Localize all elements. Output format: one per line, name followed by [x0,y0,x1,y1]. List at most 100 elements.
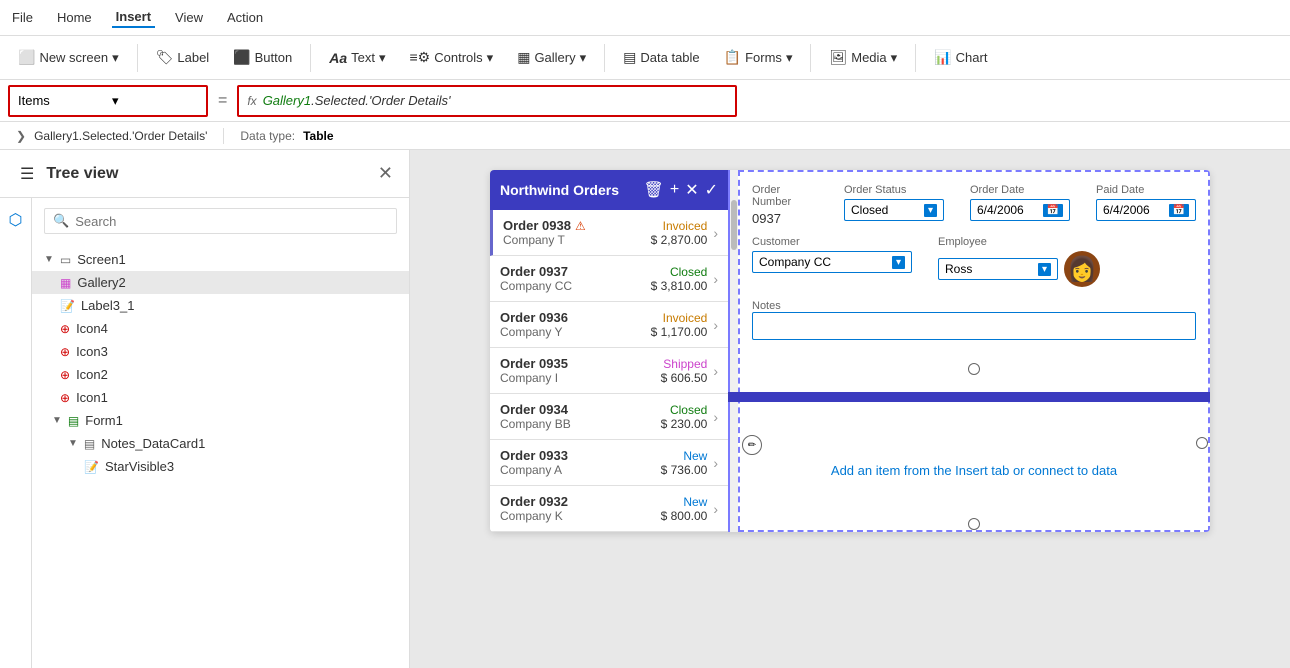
controls-icon: ≡⚙ [410,49,431,66]
new-screen-button[interactable]: ⬜ New screen ▾ [8,45,129,70]
suggestion-bar: ❯ Gallery1.Selected.'Order Details' Data… [0,122,1290,150]
employee-row: Ross ▾ 👩 [938,251,1100,287]
tree-item-screen1[interactable]: ▼ ▭ Screen1 [32,248,409,271]
order-date-cal-icon: 📅 [1043,204,1063,217]
icon1-label: Icon1 [76,390,108,405]
gallery-item-0937[interactable]: Order 0937 Company CC Closed $ 3,810.00 … [490,256,728,302]
add-button[interactable]: + [670,180,679,200]
tree-item-icon2[interactable]: ⊕ Icon2 [32,363,409,386]
menu-view[interactable]: View [171,8,207,27]
property-select[interactable]: Items ▾ [8,85,208,117]
gallery-item-0934[interactable]: Order 0934 Company BB Closed $ 230.00 › [490,394,728,440]
icon3-label: Icon3 [76,344,108,359]
gallery-item-0935[interactable]: Order 0935 Company I Shipped $ 606.50 › [490,348,728,394]
order-0938-amount: $ 2,870.00 [651,233,708,247]
content-area: Northwind Orders 🗑 + ✕ ✓ Ord [410,150,1290,668]
gallery-title: Northwind Orders [500,182,619,198]
order-0934-company: Company BB [500,417,637,431]
order-status-input[interactable]: Closed ▾ [844,199,944,221]
menu-home[interactable]: Home [53,8,96,27]
delete-button[interactable]: 🗑 [644,180,664,200]
notes-input[interactable] [752,312,1196,340]
tree-item-icon4[interactable]: ⊕ Icon4 [32,317,409,340]
media-icon: 🖼 [829,49,847,66]
gallery-item-0935-info: Order 0935 Company I [500,356,637,385]
order-0932-name: Order 0932 [500,494,568,509]
employee-value: Ross [945,262,972,276]
order-number-value: 0937 [752,211,818,226]
gallery-item-0936[interactable]: Order 0936 Company Y Invoiced $ 1,170.00… [490,302,728,348]
button-btn-label: Button [255,50,293,65]
toolbar-separator-3 [604,44,605,72]
property-dropdown-icon: ▾ [112,93,198,109]
customer-input[interactable]: Company CC ▾ [752,251,912,273]
close-gallery-button[interactable]: ✕ [685,180,698,200]
tree-item-gallery2[interactable]: ▦ Gallery2 [32,271,409,294]
order-0936-status: Invoiced [663,311,708,325]
tree-item-notes-datacard[interactable]: ▼ ▤ Notes_DataCard1 [32,432,409,455]
notes-label: Notes [752,300,781,312]
gallery-scrollbar[interactable] [730,170,738,532]
order-date-input[interactable]: 6/4/2006 📅 [970,199,1070,221]
tree-item-icon1[interactable]: ⊕ Icon1 [32,386,409,409]
chart-button[interactable]: 📊 Chart [924,45,997,70]
gallery-item-0932[interactable]: Order 0932 Company K New $ 800.00 › [490,486,728,532]
forms-button[interactable]: 📋 Forms ▾ [714,45,803,70]
order-date-field: Order Date 6/4/2006 📅 [970,184,1070,226]
check-button[interactable]: ✓ [705,180,718,200]
toolbar: ⬜ New screen ▾ 🏷 Label ⬛ Button Aa Text … [0,36,1290,80]
formula-bar: Items ▾ = fx Gallery1.Selected.'Order De… [0,80,1290,122]
employee-field: Employee Ross ▾ 👩 [938,236,1100,287]
hamburger-icon[interactable]: ☰ [16,160,38,188]
gallery-icon: ▦ [517,49,530,66]
data-table-icon: ▤ [623,49,636,66]
order-status-value: Closed [851,203,888,217]
order-0934-status: Closed [670,403,707,417]
button-button[interactable]: ⬛ Button [223,45,302,70]
label-tree-icon: 📝 [60,299,75,313]
tree-item-icon3[interactable]: ⊕ Icon3 [32,340,409,363]
media-button[interactable]: 🖼 Media ▾ [819,45,907,70]
screen-tree-icon: ▭ [60,253,71,267]
text-button[interactable]: Aa Text ▾ [319,46,395,70]
paid-date-field: Paid Date 6/4/2006 📅 [1096,184,1196,226]
order-0938-status: Invoiced [663,219,708,233]
order-status-label: Order Status [844,184,944,196]
chevron-0935: › [713,363,718,379]
formula-input[interactable]: fx Gallery1.Selected.'Order Details' [237,85,737,117]
button-icon: ⬛ [233,49,250,66]
sidebar-close-button[interactable]: ✕ [378,163,393,184]
paid-date-cal-icon: 📅 [1169,204,1189,217]
order-date-value: 6/4/2006 [977,203,1024,217]
order-0932-amount: $ 800.00 [661,509,708,523]
layers-icon[interactable]: ⬡ [5,206,27,234]
order-number-label: Order Number [752,184,818,208]
search-box[interactable]: 🔍 [44,208,397,234]
order-0937-status: Closed [670,265,707,279]
label-icon: 🏷 [156,49,174,66]
controls-button[interactable]: ≡⚙ Controls ▾ [400,45,504,70]
employee-input[interactable]: Ross ▾ [938,258,1058,280]
search-input[interactable] [75,214,388,229]
tree-item-label3[interactable]: 📝 Label3_1 [32,294,409,317]
data-type-value: Table [303,129,333,143]
sidebar: ☰ Tree view ✕ ⬡ 🔍 ▼ ▭ Screen1 [0,150,410,668]
gallery-item-0934-title: Order 0934 [500,402,637,417]
gallery-item-0938[interactable]: Order 0938 ⚠ Company T Invoiced $ 2,870.… [490,210,728,256]
chevron-0933: › [713,455,718,471]
tree-item-form1[interactable]: ▼ ▤ Form1 [32,409,409,432]
gallery-item-0933[interactable]: Order 0933 Company A New $ 736.00 › [490,440,728,486]
data-table-button[interactable]: ▤ Data table [613,45,710,70]
paid-date-input[interactable]: 6/4/2006 📅 [1096,199,1196,221]
menu-insert[interactable]: Insert [112,7,155,28]
suggestion-text: Gallery1.Selected.'Order Details' [34,129,207,143]
menu-file[interactable]: File [8,8,37,27]
menu-action[interactable]: Action [223,8,267,27]
customer-caret: ▾ [892,256,905,269]
empty-form-area[interactable]: Add an item from the Insert tab or conne… [740,410,1208,530]
label-button[interactable]: 🏷 Label [146,45,220,70]
text-icon: Aa [329,50,347,66]
tree-item-starvisible[interactable]: 📝 StarVisible3 [32,455,409,478]
gallery-item-0932-right: New $ 800.00 [637,495,707,523]
gallery-button[interactable]: ▦ Gallery ▾ [507,45,596,70]
